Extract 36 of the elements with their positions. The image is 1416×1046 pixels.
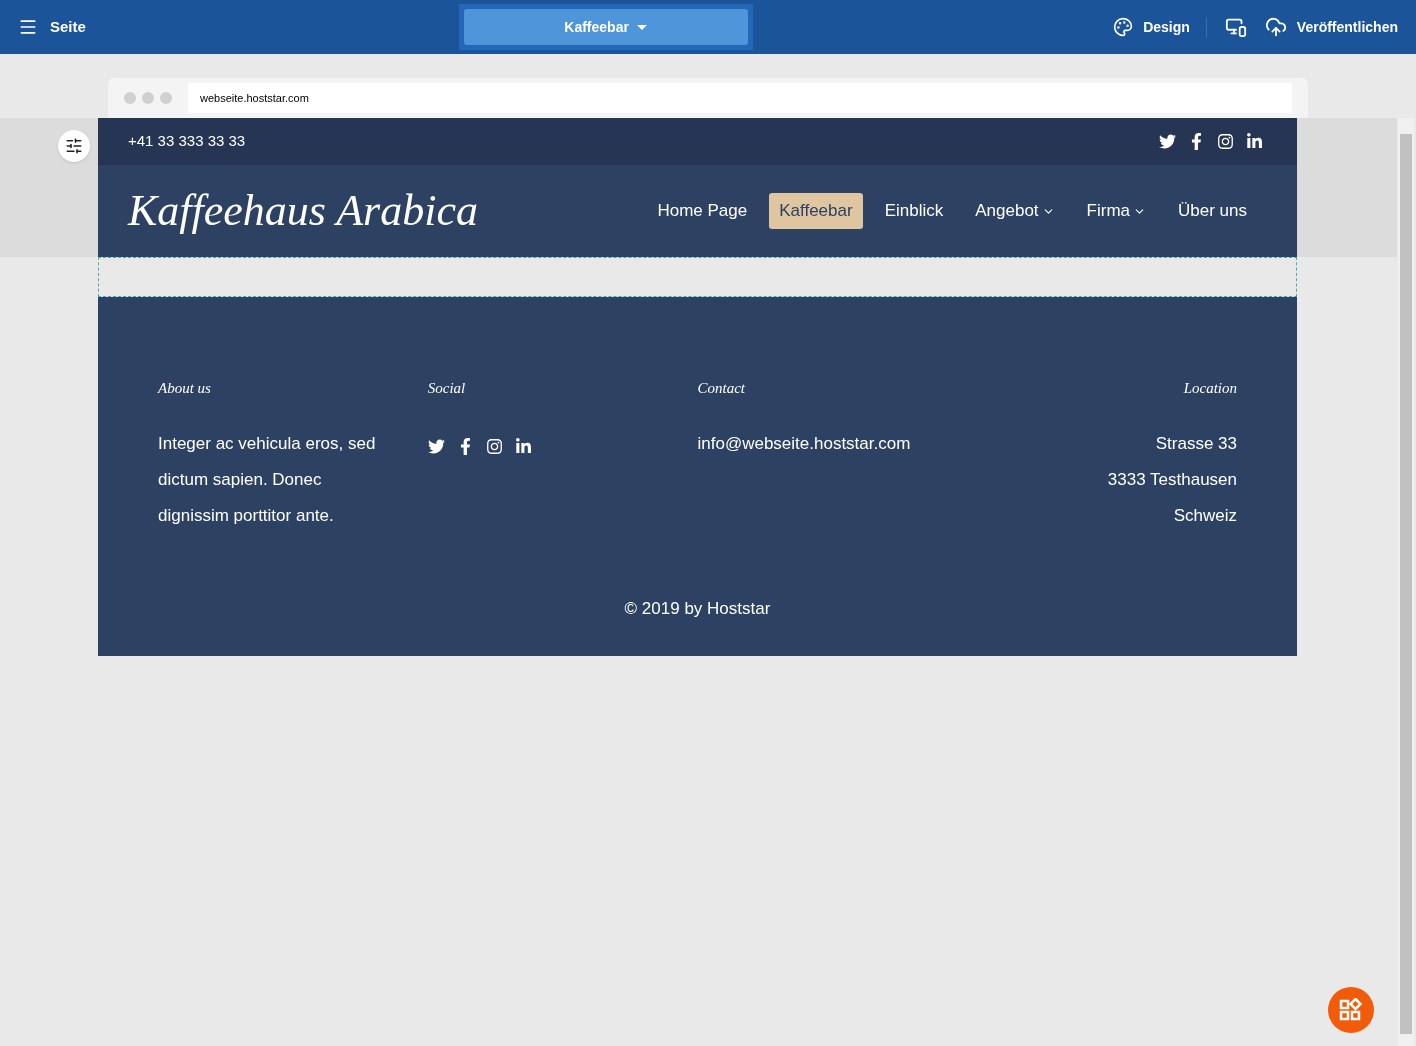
widgets-button[interactable] xyxy=(1328,987,1374,1033)
nav-link[interactable]: Einblick xyxy=(874,193,954,229)
widgets-icon xyxy=(1339,998,1363,1022)
address-line: Schweiz xyxy=(1172,504,1237,527)
menu-icon xyxy=(18,17,38,37)
design-button[interactable]: Design xyxy=(1113,16,1207,38)
site-logo[interactable]: Kaffeehaus Arabica xyxy=(128,178,478,244)
footer-heading: Location xyxy=(1182,379,1237,398)
instagram-icon[interactable] xyxy=(485,437,503,455)
cloud-upload-icon xyxy=(1264,16,1287,38)
about-text: Integer ac vehicula eros, sed dictum sapien. Donec dignissim porttitor ante. xyxy=(158,432,377,527)
url-field[interactable]: webseite.hoststar.com xyxy=(188,83,1292,113)
palette-icon xyxy=(1113,17,1134,37)
contact-email[interactable]: info@webseite.hoststar.com xyxy=(697,425,968,462)
twitter-icon[interactable] xyxy=(427,437,445,455)
nav-link[interactable]: Firma xyxy=(1076,193,1156,229)
linkedin-icon[interactable] xyxy=(514,437,532,455)
nav-link[interactable]: Kaffeebar xyxy=(769,193,863,229)
devices-icon xyxy=(1224,16,1247,38)
caret-icon xyxy=(636,24,647,30)
footer-heading: Contact xyxy=(697,379,746,398)
nav-link[interactable]: Angebot xyxy=(965,193,1065,229)
address-line: Strasse 33 xyxy=(1154,432,1237,455)
linkedin-icon[interactable] xyxy=(1246,133,1263,150)
twitter-icon[interactable] xyxy=(1159,133,1176,150)
footer-heading: Social xyxy=(427,379,467,398)
copyright-text: © 2019 by Hoststar xyxy=(624,597,771,620)
nav-link[interactable]: Home Page xyxy=(647,193,758,229)
instagram-icon[interactable] xyxy=(1217,133,1234,150)
page-menu-button[interactable]: Seite xyxy=(18,15,318,39)
nav-link[interactable]: Über uns xyxy=(1168,193,1257,229)
phone-number: +41 33 333 33 33 xyxy=(128,131,246,152)
footer-heading: About us xyxy=(158,379,212,398)
settings-icon xyxy=(65,137,83,155)
publish-button[interactable]: Veröffentlichen xyxy=(1264,16,1398,38)
address-line: 3333 Testhausen xyxy=(1106,468,1237,491)
